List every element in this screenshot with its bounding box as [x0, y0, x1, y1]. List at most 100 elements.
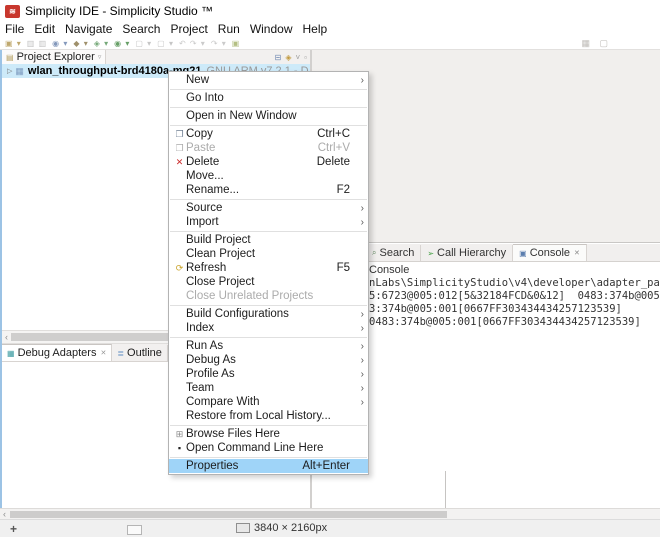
submenu-arrow-icon: ›: [356, 75, 364, 86]
title-bar: ≋ Simplicity IDE - Simplicity Studio ™: [0, 0, 660, 22]
menu-separator: [170, 125, 367, 126]
menu-item-copy[interactable]: ❐CopyCtrl+C: [169, 127, 368, 141]
menu-item-go-into[interactable]: Go Into: [169, 91, 368, 105]
menu-item-browse-files-here[interactable]: ⊞Browse Files Here: [169, 427, 368, 441]
menu-window[interactable]: Window: [245, 22, 298, 37]
tab-console[interactable]: ▣ Console ✕: [513, 244, 587, 261]
menu-item-restore-from-local-history[interactable]: Restore from Local History...: [169, 409, 368, 423]
menu-item-open-in-new-window[interactable]: Open in New Window: [169, 109, 368, 123]
call-hierarchy-icon: ➢: [427, 249, 434, 258]
menu-item-team[interactable]: Team›: [169, 381, 368, 395]
back-nav-icon[interactable]: ↶ ↷ ▾: [179, 39, 206, 48]
project-icon: ▦: [15, 66, 24, 77]
debug-adapter-icon[interactable]: ◉ ▾: [52, 39, 68, 48]
menu-separator: [170, 305, 367, 306]
menu-item-move[interactable]: Move...: [169, 169, 368, 183]
console-view-label: Console: [369, 264, 409, 276]
window-title: Simplicity IDE - Simplicity Studio ™: [25, 4, 213, 18]
menu-item-source[interactable]: Source›: [169, 201, 368, 215]
menu-item-run-as[interactable]: Run As›: [169, 339, 368, 353]
profile-icon[interactable]: ▢ ▾: [135, 39, 152, 48]
tab-project-explorer[interactable]: ▤ Project Explorer ▿: [2, 50, 106, 64]
menu-item-close-project[interactable]: Close Project: [169, 275, 368, 289]
menu-item-compare-with[interactable]: Compare With›: [169, 395, 368, 409]
mark-icon[interactable]: ▢ ▾: [157, 39, 174, 48]
console-tab-label: Console: [530, 247, 570, 259]
expand-chevron-icon[interactable]: ▷: [7, 67, 12, 75]
close-tab-icon[interactable]: ✕: [100, 349, 106, 357]
menu-separator: [170, 107, 367, 108]
collapse-all-icon[interactable]: ⊟: [275, 53, 282, 62]
outline-label: Outline: [127, 347, 162, 359]
menu-item-clean-project[interactable]: Clean Project: [169, 247, 368, 261]
move-tool-icon[interactable]: +: [10, 522, 17, 536]
menu-item-build-configurations[interactable]: Build Configurations›: [169, 307, 368, 321]
context-menu: New› Go Into Open in New Window ❐CopyCtr…: [168, 71, 369, 475]
tab-outline[interactable]: ≣ Outline: [112, 345, 168, 361]
run-icon[interactable]: ◉ ▾: [114, 39, 130, 48]
tab-search[interactable]: ⌕ Search: [366, 245, 421, 261]
submenu-arrow-icon: ›: [356, 309, 364, 320]
menu-item-rename[interactable]: Rename...F2: [169, 183, 368, 197]
console-line: nLabs\SimplicityStudio\v4\developer\adap…: [369, 277, 660, 290]
submenu-arrow-icon: ›: [356, 355, 364, 366]
tab-view-menu-icon[interactable]: ▿: [98, 53, 102, 61]
maximize-icon[interactable]: ▫: [304, 53, 307, 62]
scroll-left-arrow-icon[interactable]: ‹: [0, 509, 9, 519]
submenu-arrow-icon: ›: [356, 217, 364, 228]
perspective-icon[interactable]: ▢: [599, 38, 608, 49]
menu-item-index[interactable]: Index›: [169, 321, 368, 335]
debug-icon[interactable]: ◈ ▾: [94, 39, 109, 48]
status-bar: + 3840 × 2160px: [0, 519, 660, 537]
menu-search[interactable]: Search: [117, 22, 165, 37]
menu-item-refresh[interactable]: ⟳RefreshF5: [169, 261, 368, 275]
bottom-hscrollbar[interactable]: ‹: [0, 508, 660, 519]
submenu-arrow-icon: ›: [356, 397, 364, 408]
search-icon: ⌕: [372, 248, 376, 258]
menu-separator: [170, 231, 367, 232]
menu-item-import[interactable]: Import›: [169, 215, 368, 229]
console-line: 0483:374b@005:001[0667FF3034344342571235…: [369, 316, 660, 329]
link-with-editor-icon[interactable]: ◈: [285, 53, 291, 62]
menu-item-open-command-line-here[interactable]: ▪Open Command Line Here: [169, 441, 368, 455]
submenu-arrow-icon: ›: [356, 341, 364, 352]
close-console-tab-icon[interactable]: ✕: [574, 249, 580, 257]
build-icon[interactable]: ◆ ▾: [73, 39, 88, 48]
new-wizard-icon[interactable]: ▣ ▾: [5, 39, 22, 48]
tab-debug-adapters[interactable]: ▦ Debug Adapters ✕: [2, 344, 112, 361]
view-menu-icon[interactable]: ˅: [295, 53, 300, 62]
menu-navigate[interactable]: Navigate: [60, 22, 117, 37]
resolution-label: 3840 × 2160px: [254, 522, 327, 534]
selection-rect-icon[interactable]: [127, 525, 142, 535]
menu-item-new[interactable]: New›: [169, 73, 368, 87]
menu-item-paste[interactable]: ❐PasteCtrl+V: [169, 141, 368, 155]
menu-item-debug-as[interactable]: Debug As›: [169, 353, 368, 367]
search-tab-label: Search: [379, 247, 414, 259]
menu-item-delete[interactable]: ✕DeleteDelete: [169, 155, 368, 169]
debug-adapters-icon: ▦: [7, 349, 15, 358]
main-toolbar: ▣ ▾ ▥ ▥ ◉ ▾ ◆ ▾ ◈ ▾ ◉ ▾ ▢ ▾ ▢ ▾ ↶ ↷ ▾ ↷ …: [0, 37, 660, 50]
scroll-left-arrow-icon[interactable]: ‹: [2, 332, 11, 342]
command-line-icon: ▪: [173, 443, 186, 453]
menu-edit[interactable]: Edit: [29, 22, 60, 37]
menu-help[interactable]: Help: [298, 22, 333, 37]
forward-nav-icon[interactable]: ↷ ▾: [211, 39, 227, 48]
open-element-icon[interactable]: ▣: [232, 39, 241, 48]
menu-item-profile-as[interactable]: Profile As›: [169, 367, 368, 381]
menu-separator: [170, 425, 367, 426]
menu-file[interactable]: File: [0, 22, 29, 37]
scrollbar-thumb[interactable]: [10, 511, 447, 518]
console-inner-divider: [445, 471, 446, 508]
tab-call-hierarchy[interactable]: ➢ Call Hierarchy: [421, 245, 513, 261]
menu-item-close-unrelated-projects[interactable]: Close Unrelated Projects: [169, 289, 368, 303]
menu-project[interactable]: Project: [165, 22, 212, 37]
menu-separator: [170, 457, 367, 458]
menu-separator: [170, 337, 367, 338]
perspective-grid-icon[interactable]: ▦: [581, 38, 590, 49]
menu-item-build-project[interactable]: Build Project: [169, 233, 368, 247]
refresh-icon: ⟳: [173, 263, 186, 274]
menu-run[interactable]: Run: [213, 22, 245, 37]
menu-item-properties[interactable]: PropertiesAlt+Enter: [169, 459, 368, 473]
save-icons[interactable]: ▥ ▥: [27, 39, 47, 48]
submenu-arrow-icon: ›: [356, 369, 364, 380]
